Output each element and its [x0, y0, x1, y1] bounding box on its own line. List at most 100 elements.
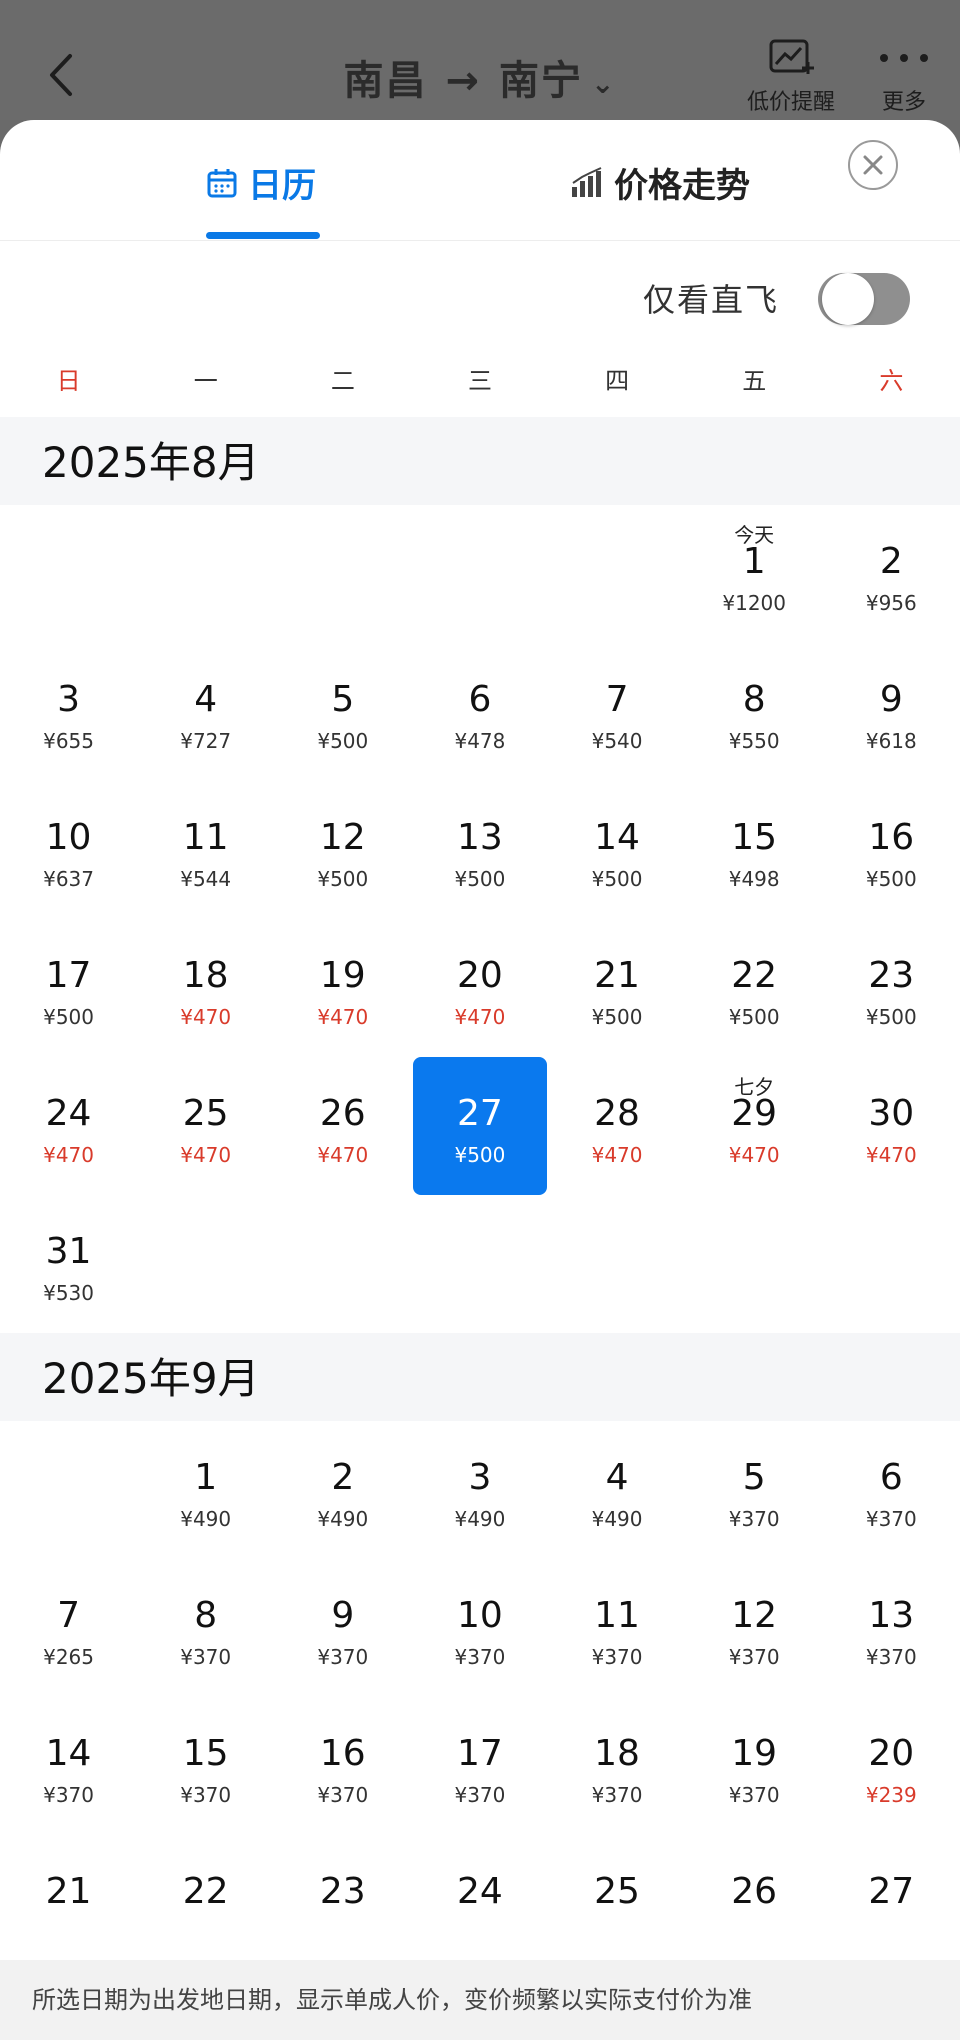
weekday-label: 五	[742, 367, 767, 395]
date-number: 23	[868, 955, 915, 996]
date-price: ¥655	[43, 729, 95, 753]
date-number: 8	[742, 679, 766, 720]
date-cell[interactable]: 27	[825, 1835, 958, 1973]
date-cell[interactable]: 21 ¥500	[551, 919, 684, 1057]
bar-chart-icon	[572, 166, 602, 197]
date-cell[interactable]: 6 ¥478	[413, 643, 546, 781]
more-label: 更多	[881, 90, 926, 115]
date-price: ¥370	[865, 1507, 917, 1531]
close-button[interactable]	[848, 140, 898, 190]
origin-city: 南昌	[343, 58, 428, 104]
date-cell[interactable]: 14 ¥500	[551, 781, 684, 919]
date-cell[interactable]: 11 ¥544	[139, 781, 272, 919]
close-icon	[863, 155, 883, 175]
date-cell[interactable]: 10 ¥637	[2, 781, 135, 919]
date-cell[interactable]: 17 ¥500	[2, 919, 135, 1057]
date-price: ¥370	[591, 1645, 643, 1669]
date-cell[interactable]: 13 ¥500	[413, 781, 546, 919]
date-price: ¥500	[317, 729, 369, 753]
price-disclaimer: 所选日期为出发地日期，显示单成人价，变价频繁以实际支付价为准	[0, 1960, 960, 2040]
date-cell[interactable]: 七夕 29 ¥470	[688, 1057, 821, 1195]
date-cell[interactable]: 2 ¥956	[825, 505, 958, 643]
date-cell[interactable]: 11 ¥370	[551, 1559, 684, 1697]
date-cell[interactable]: 23 ¥500	[825, 919, 958, 1057]
date-cell[interactable]: 17 ¥370	[413, 1697, 546, 1835]
date-number: 10	[457, 1595, 503, 1636]
date-cell[interactable]: 4 ¥727	[139, 643, 272, 781]
date-cell[interactable]: 16 ¥370	[276, 1697, 409, 1835]
date-number: 18	[594, 1733, 640, 1774]
date-cell[interactable]: 8 ¥550	[688, 643, 821, 781]
date-cell[interactable]: 22 ¥500	[688, 919, 821, 1057]
empty-cell	[2, 1421, 135, 1559]
date-cell[interactable]: 6 ¥370	[825, 1421, 958, 1559]
date-number: 23	[319, 1871, 366, 1912]
empty-cell	[551, 505, 684, 643]
low-price-alert-button[interactable]: 低价提醒	[731, 38, 851, 116]
date-cell[interactable]: 24 ¥470	[2, 1057, 135, 1195]
date-cell[interactable]: 16 ¥500	[825, 781, 958, 919]
date-price: ¥550	[728, 729, 780, 753]
date-cell[interactable]: 2 ¥490	[276, 1421, 409, 1559]
date-cell[interactable]: 30 ¥470	[825, 1057, 958, 1195]
date-cell[interactable]: 9 ¥370	[276, 1559, 409, 1697]
date-cell[interactable]: 7 ¥540	[551, 643, 684, 781]
date-number: 14	[45, 1733, 92, 1774]
date-cell[interactable]: 28 ¥470	[551, 1057, 684, 1195]
date-price: ¥370	[43, 1783, 95, 1807]
date-cell[interactable]: 3 ¥490	[413, 1421, 546, 1559]
date-cell[interactable]: 22	[139, 1835, 272, 1973]
date-number: 27	[868, 1871, 915, 1912]
date-cell[interactable]: 19 ¥470	[276, 919, 409, 1057]
date-cell[interactable]: 13 ¥370	[825, 1559, 958, 1697]
filter-row: 仅看直飞	[0, 241, 960, 353]
date-price: ¥470	[43, 1143, 95, 1167]
date-cell[interactable]: 20 ¥239	[825, 1697, 958, 1835]
date-number: 26	[319, 1093, 366, 1134]
date-cell[interactable]: 18 ¥370	[551, 1697, 684, 1835]
date-cell[interactable]: 今天 1 ¥1200	[688, 505, 821, 643]
date-cell[interactable]: 31 ¥530	[2, 1195, 135, 1333]
date-cell[interactable]: 8 ¥370	[139, 1559, 272, 1697]
date-cell[interactable]: 12 ¥500	[276, 781, 409, 919]
date-cell[interactable]: 25	[551, 1835, 684, 1973]
date-cell[interactable]: 5 ¥500	[276, 643, 409, 781]
more-button[interactable]: 更多	[844, 38, 960, 116]
date-cell[interactable]: 12 ¥370	[688, 1559, 821, 1697]
weekday-header: 日一二三四五六	[0, 353, 960, 417]
date-cell[interactable]: 4 ¥490	[551, 1421, 684, 1559]
date-number: 2	[879, 541, 903, 582]
month-grid: 今天 1 ¥1200 2 ¥956 3 ¥655 4 ¥727 5 ¥500 6 ¥478 7 ¥540 8 ¥…	[0, 505, 960, 1333]
date-price: ¥490	[454, 1507, 506, 1531]
date-cell[interactable]: 24	[413, 1835, 546, 1973]
date-cell[interactable]: 5 ¥370	[688, 1421, 821, 1559]
date-cell[interactable]: 21	[2, 1835, 135, 1973]
date-cell[interactable]: 15 ¥370	[139, 1697, 272, 1835]
date-price: ¥470	[865, 1143, 917, 1167]
date-cell[interactable]: 20 ¥470	[413, 919, 546, 1057]
tab-price-trend[interactable]: 价格走势	[570, 158, 750, 207]
app-top-bar: 南昌 → 南宁 ⌄ 低价提醒 更多	[0, 0, 960, 120]
date-cell[interactable]: 1 ¥490	[139, 1421, 272, 1559]
date-cell[interactable]: 25 ¥470	[139, 1057, 272, 1195]
date-cell[interactable]: 10 ¥370	[413, 1559, 546, 1697]
weekday-label: 二	[330, 367, 355, 395]
date-price: ¥470	[728, 1143, 780, 1167]
date-number: 1	[742, 541, 766, 582]
date-cell[interactable]: 18 ¥470	[139, 919, 272, 1057]
date-cell[interactable]: 23	[276, 1835, 409, 1973]
date-cell[interactable]: 7 ¥265	[2, 1559, 135, 1697]
date-cell[interactable]: 14 ¥370	[2, 1697, 135, 1835]
date-price: ¥637	[43, 867, 95, 891]
date-number: 3	[57, 679, 81, 720]
date-cell-selected[interactable]: 27 ¥500	[413, 1057, 547, 1195]
tab-calendar[interactable]: 日历	[206, 158, 316, 207]
date-number: 17	[45, 955, 92, 996]
date-price: ¥530	[43, 1281, 95, 1305]
date-cell[interactable]: 26	[688, 1835, 821, 1973]
date-cell[interactable]: 15 ¥498	[688, 781, 821, 919]
date-cell[interactable]: 3 ¥655	[2, 643, 135, 781]
date-cell[interactable]: 9 ¥618	[825, 643, 958, 781]
date-cell[interactable]: 26 ¥470	[276, 1057, 409, 1195]
date-cell[interactable]: 19 ¥370	[688, 1697, 821, 1835]
